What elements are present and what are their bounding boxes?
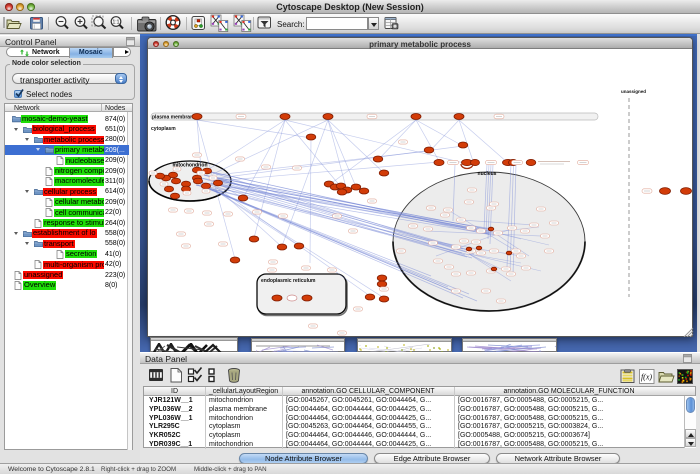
svg-text:mitochondrion: mitochondrion [173, 163, 208, 169]
svg-text:cytoplasm: cytoplasm [151, 126, 176, 132]
svg-text:f(x): f(x) [641, 373, 652, 382]
svg-text:endoplasmic reticulum: endoplasmic reticulum [261, 278, 316, 284]
svg-text:1:1: 1:1 [113, 20, 120, 26]
svg-text:unassigned: unassigned [621, 89, 646, 94]
svg-text:nucleus: nucleus [478, 171, 497, 177]
svg-text:plasma membrane: plasma membrane [152, 114, 196, 120]
